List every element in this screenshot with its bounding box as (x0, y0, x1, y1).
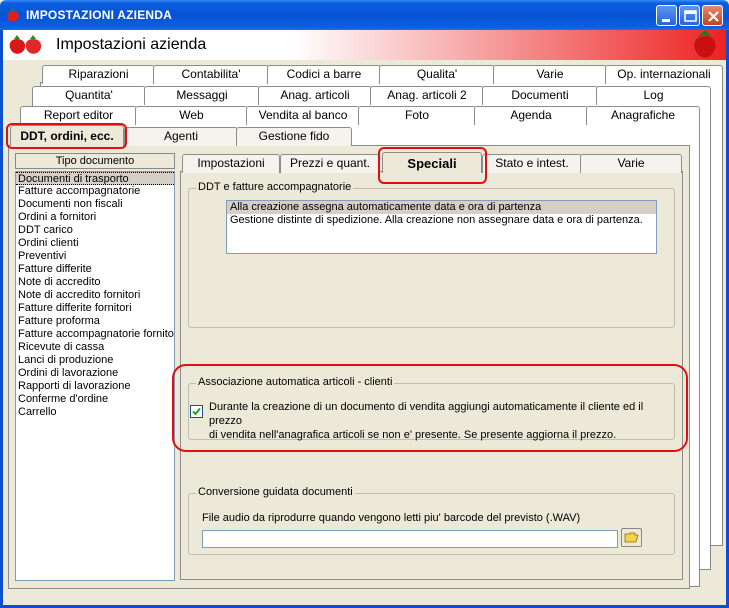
folder-icon (624, 532, 639, 543)
tab-op-internazionali[interactable]: Op. internazionali (605, 65, 723, 84)
tab-vendita-al-banco[interactable]: Vendita al banco (246, 106, 360, 125)
list-item[interactable]: DDT carico (16, 224, 174, 237)
tab-foto[interactable]: Foto (358, 106, 476, 125)
tab-agenda[interactable]: Agenda (474, 106, 588, 125)
assoc-group-title: Associazione automatica articoli - clien… (196, 376, 395, 388)
list-item[interactable]: Lanci di produzione (16, 354, 174, 367)
ddt-group-title: DDT e fatture accompagnatorie (196, 181, 354, 193)
tab-speciali[interactable]: Speciali (382, 152, 482, 173)
tab-anagrafiche[interactable]: Anagrafiche (586, 106, 700, 125)
tab-documenti[interactable]: Documenti (482, 86, 598, 105)
tab-ddt-ordini[interactable]: DDT, ordini, ecc. (10, 125, 124, 146)
wav-file-input[interactable] (202, 530, 618, 548)
tab-quantita[interactable]: Quantita' (32, 86, 146, 105)
tab-qualita[interactable]: Qualita' (379, 65, 495, 84)
browse-folder-button[interactable] (621, 528, 642, 547)
page-title: Impostazioni azienda (56, 36, 207, 53)
auto-assoc-label: Durante la creazione di un documento di … (209, 400, 679, 442)
conv-group-title: Conversione guidata documenti (196, 486, 355, 498)
doc-type-list[interactable]: Documenti di trasporto Fatture accompagn… (15, 171, 175, 581)
tab-agenti[interactable]: Agenti (124, 127, 238, 146)
list-item[interactable]: Conferme d'ordine (16, 393, 174, 406)
list-item[interactable]: Fatture differite fornitori (16, 302, 174, 315)
maximize-button[interactable] (679, 5, 700, 26)
auto-assoc-label-line2: di vendita nell'anagrafica articoli se n… (209, 429, 617, 441)
doc-list-header: Tipo documento (15, 153, 175, 169)
ddt-option-assign-date[interactable]: Alla creazione assegna automaticamente d… (227, 201, 656, 214)
auto-assoc-checkbox[interactable] (190, 405, 203, 418)
strawberries-logo-icon (7, 33, 47, 60)
list-item[interactable]: Rapporti di lavorazione (16, 380, 174, 393)
tab-anag-articoli[interactable]: Anag. articoli (258, 86, 372, 105)
list-item[interactable]: Fatture proforma (16, 315, 174, 328)
tab-varie[interactable]: Varie (580, 154, 682, 173)
tab-web[interactable]: Web (135, 106, 248, 125)
list-item[interactable]: Ricevute di cassa (16, 341, 174, 354)
strawberry-logo-icon (690, 28, 720, 63)
tab-anag-articoli-2[interactable]: Anag. articoli 2 (370, 86, 484, 105)
list-item[interactable]: Note di accredito fornitori (16, 289, 174, 302)
close-button[interactable] (702, 5, 723, 26)
tab-gestione-fido[interactable]: Gestione fido (236, 127, 352, 146)
header-banner: Impostazioni azienda (3, 30, 726, 60)
tab-contabilita[interactable]: Contabilita' (153, 65, 269, 84)
tab-varie-top[interactable]: Varie (493, 65, 607, 84)
tab-impostazioni[interactable]: Impostazioni (182, 154, 280, 173)
tab-messaggi[interactable]: Messaggi (144, 86, 260, 105)
title-bar[interactable]: IMPOSTAZIONI AZIENDA (0, 0, 729, 30)
minimize-button[interactable] (656, 5, 677, 26)
list-item[interactable]: Ordini clienti (16, 237, 174, 250)
list-item[interactable]: Ordini a fornitori (16, 211, 174, 224)
tab-log[interactable]: Log (596, 86, 711, 105)
wav-file-label: File audio da riprodurre quando vengono … (202, 512, 581, 524)
tab-report-editor[interactable]: Report editor (20, 106, 137, 125)
list-item[interactable]: Fatture differite (16, 263, 174, 276)
tab-riparazioni[interactable]: Riparazioni (42, 65, 155, 84)
list-item[interactable]: Preventivi (16, 250, 174, 263)
list-item[interactable]: Ordini di lavorazione (16, 367, 174, 380)
list-item[interactable]: Documenti di trasporto (16, 172, 174, 185)
list-item[interactable]: Documenti non fiscali (16, 198, 174, 211)
list-item[interactable]: Fatture accompagnatorie (16, 185, 174, 198)
ddt-options-list[interactable]: Alla creazione assegna automaticamente d… (226, 200, 657, 254)
checkmark-icon (192, 407, 201, 416)
tab-prezzi-e-quant[interactable]: Prezzi e quant. (280, 154, 380, 173)
strawberry-icon (6, 7, 20, 23)
tab-stato-e-intest[interactable]: Stato e intest. (482, 154, 582, 173)
auto-assoc-label-line1: Durante la creazione di un documento di … (209, 401, 644, 427)
list-item[interactable]: Carrello (16, 406, 174, 419)
list-item[interactable]: Note di accredito (16, 276, 174, 289)
tab-codici-a-barre[interactable]: Codici a barre (267, 65, 381, 84)
window-title: IMPOSTAZIONI AZIENDA (26, 8, 172, 22)
list-item[interactable]: Fatture accompagnatorie fornitori (16, 328, 174, 341)
ddt-option-distinte[interactable]: Gestione distinte di spedizione. Alla cr… (227, 214, 656, 227)
